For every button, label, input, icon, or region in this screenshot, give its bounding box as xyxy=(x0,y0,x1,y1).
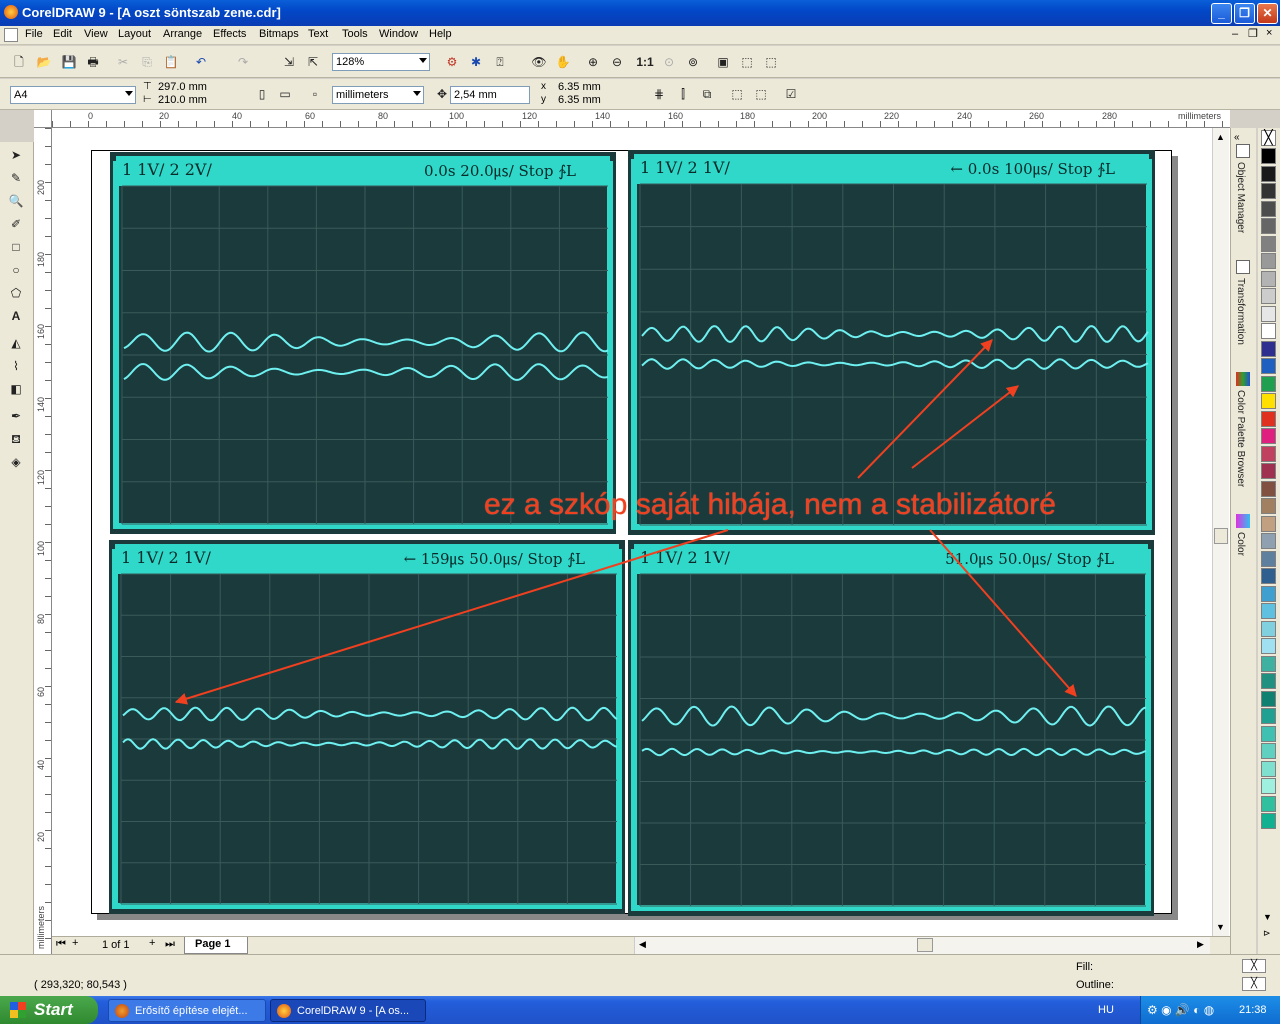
taskbar: Start Erősítő építése elejét... CorelDRA… xyxy=(0,996,1280,1024)
color-swatch[interactable] xyxy=(1261,148,1276,164)
color-swatch[interactable] xyxy=(1261,813,1276,829)
color-swatch[interactable] xyxy=(1261,375,1276,392)
status-bar: ( 293,320; 80,543 ) Fill: Outline: ╳ ╳ xyxy=(0,954,1280,996)
color-swatch[interactable] xyxy=(1261,165,1276,182)
outline-none-swatch[interactable]: ╳ xyxy=(1242,977,1266,991)
color-swatch[interactable] xyxy=(1261,253,1276,269)
taskbar-item-firefox[interactable]: Erősítő építése elejét... xyxy=(108,999,266,1022)
scroll-right-icon[interactable]: ▶ xyxy=(1197,939,1204,950)
scroll-left-icon[interactable]: ◀ xyxy=(639,939,646,950)
color-swatch[interactable] xyxy=(1261,428,1276,444)
color-swatch[interactable] xyxy=(1261,568,1276,584)
system-tray: ⚙ ◉ 🔊 ◐ ◍ 21:38 xyxy=(1140,996,1280,1024)
color-swatch[interactable] xyxy=(1261,603,1276,619)
color-swatch[interactable] xyxy=(1261,235,1276,252)
arrow-line xyxy=(929,529,1077,697)
add-page-before-icon[interactable]: + xyxy=(72,937,78,949)
color-swatch[interactable] xyxy=(1261,743,1276,759)
color-swatch[interactable] xyxy=(1261,410,1276,427)
color-swatch[interactable] xyxy=(1261,515,1276,532)
docker-collapse-icon[interactable]: « xyxy=(1234,132,1240,143)
language-indicator[interactable]: HU xyxy=(1098,996,1114,1024)
color-swatch[interactable] xyxy=(1261,638,1276,654)
fill-none-swatch[interactable]: ╳ xyxy=(1242,959,1266,973)
color-swatch[interactable] xyxy=(1261,323,1276,339)
docker-tabs: « Object Manager Transformation Color Pa… xyxy=(1230,128,1256,954)
color-swatch[interactable] xyxy=(1261,270,1276,287)
palette-browser-icon xyxy=(1236,372,1250,386)
tab-color[interactable]: Color xyxy=(1235,532,1246,556)
color-swatch[interactable] xyxy=(1261,288,1276,304)
page-count: 1 of 1 xyxy=(102,939,130,951)
color-swatch[interactable] xyxy=(1261,620,1276,637)
color-swatch[interactable] xyxy=(1261,200,1276,217)
color-swatch[interactable] xyxy=(1261,585,1276,602)
palette-expand-icon[interactable]: ⊳ xyxy=(1263,928,1271,939)
horizontal-scroll-thumb[interactable] xyxy=(917,938,933,952)
fill-label: Fill: xyxy=(1076,961,1094,973)
color-swatch[interactable] xyxy=(1261,340,1276,357)
color-swatch[interactable] xyxy=(1261,550,1276,567)
color-swatch[interactable] xyxy=(1261,533,1276,549)
color-swatch[interactable] xyxy=(1261,358,1276,374)
color-swatch[interactable] xyxy=(1261,760,1276,777)
color-icon xyxy=(1236,514,1250,528)
color-swatch[interactable] xyxy=(1261,183,1276,199)
arrow-line xyxy=(911,385,1019,469)
tab-transformation[interactable]: Transformation xyxy=(1235,278,1246,345)
cursor-coordinates: ( 293,320; 80,543 ) xyxy=(34,979,127,991)
color-swatch[interactable] xyxy=(1261,725,1276,742)
color-swatch[interactable] xyxy=(1261,498,1276,514)
coreldraw-icon xyxy=(277,1004,291,1018)
scroll-down-icon[interactable]: ▼ xyxy=(1216,922,1225,932)
color-swatch[interactable] xyxy=(1261,708,1276,724)
annotation-text[interactable]: ez a szkóp saját hibája, nem a stabilizá… xyxy=(484,488,1056,522)
color-palette: ╳ ▼ ⊳ xyxy=(1258,128,1280,954)
scroll-up-icon[interactable]: ▲ xyxy=(1216,132,1225,142)
arrow-line xyxy=(174,529,729,705)
color-swatch[interactable] xyxy=(1261,480,1276,497)
tray-icons[interactable]: ⚙ ◉ 🔊 ◐ ◍ xyxy=(1147,996,1214,1024)
color-swatch[interactable] xyxy=(1261,778,1276,794)
color-swatch[interactable] xyxy=(1261,218,1276,234)
tab-object-manager[interactable]: Object Manager xyxy=(1235,162,1246,233)
color-swatch[interactable] xyxy=(1261,445,1276,462)
page-tab[interactable]: Page 1 xyxy=(184,937,248,954)
palette-scroll-down-icon[interactable]: ▼ xyxy=(1263,912,1272,922)
color-swatch[interactable] xyxy=(1261,690,1276,707)
last-page-icon[interactable]: ⏭ xyxy=(165,938,175,951)
first-page-icon[interactable]: ⏮ xyxy=(56,938,66,951)
vertical-scroll-thumb[interactable] xyxy=(1214,528,1228,544)
page-navigator: ⏮ + 1 of 1 + ⏭ Page 1 ◀ ▶ xyxy=(52,936,1230,954)
tab-color-palette-browser[interactable]: Color Palette Browser xyxy=(1235,390,1246,487)
transformation-icon xyxy=(1236,260,1250,274)
color-swatch[interactable] xyxy=(1261,305,1276,322)
outline-label: Outline: xyxy=(1076,979,1114,991)
color-swatch[interactable] xyxy=(1261,393,1276,409)
horizontal-scrollbar[interactable]: ◀ ▶ xyxy=(634,937,1210,954)
clock: 21:38 xyxy=(1239,1004,1267,1016)
color-swatch[interactable] xyxy=(1261,673,1276,689)
windows-logo-icon xyxy=(10,1002,26,1018)
color-swatch[interactable] xyxy=(1261,655,1276,672)
no-color-swatch[interactable]: ╳ xyxy=(1261,130,1276,146)
taskbar-item-coreldraw[interactable]: CorelDRAW 9 - [A os... xyxy=(270,999,426,1022)
color-swatch[interactable] xyxy=(1261,463,1276,479)
object-manager-icon xyxy=(1236,144,1250,158)
firefox-icon xyxy=(115,1004,129,1018)
add-page-after-icon[interactable]: + xyxy=(149,937,155,949)
vertical-scrollbar[interactable]: ▲ ▼ xyxy=(1212,128,1229,936)
start-button[interactable]: Start xyxy=(0,996,98,1024)
color-swatch[interactable] xyxy=(1261,795,1276,812)
